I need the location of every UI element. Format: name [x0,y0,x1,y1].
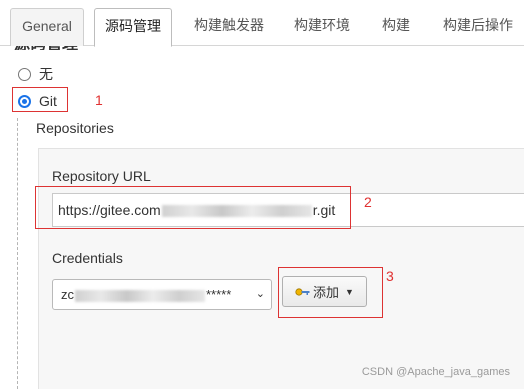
nesting-guide-line [17,118,18,389]
scm-option-none-label: 无 [39,66,53,82]
scm-option-none[interactable]: 无 [18,64,53,84]
chevron-down-icon: ⌄ [255,288,265,300]
watermark: CSDN @Apache_java_games [361,366,510,378]
credentials-mask: ***** [206,287,232,302]
credentials-label: Credentials [52,250,123,266]
tab-bar: General 源码管理 构建触发器 构建环境 构建 构建后操作 [0,0,524,47]
redacted-credential-segment [75,289,205,302]
repository-url-label: Repository URL [52,168,151,184]
tab-build-environment[interactable]: 构建环境 [284,8,360,46]
tab-build-triggers[interactable]: 构建触发器 [184,8,274,46]
tab-general[interactable]: General [10,8,84,46]
annotation-box-2 [35,186,351,229]
annotation-box-1 [12,87,68,112]
tab-post-build-actions[interactable]: 构建后操作 [433,8,523,46]
credentials-prefix: zc [61,287,74,302]
tab-source-code-management[interactable]: 源码管理 [94,8,172,47]
annotation-number-2: 2 [364,194,372,210]
tab-build[interactable]: 构建 [372,8,420,46]
annotation-number-1: 1 [95,92,103,108]
repositories-title: Repositories [36,120,114,136]
annotation-number-3: 3 [386,268,394,284]
credentials-select[interactable]: zc ***** ⌄ [52,279,272,310]
radio-none[interactable] [18,67,31,81]
annotation-box-3 [278,267,383,318]
